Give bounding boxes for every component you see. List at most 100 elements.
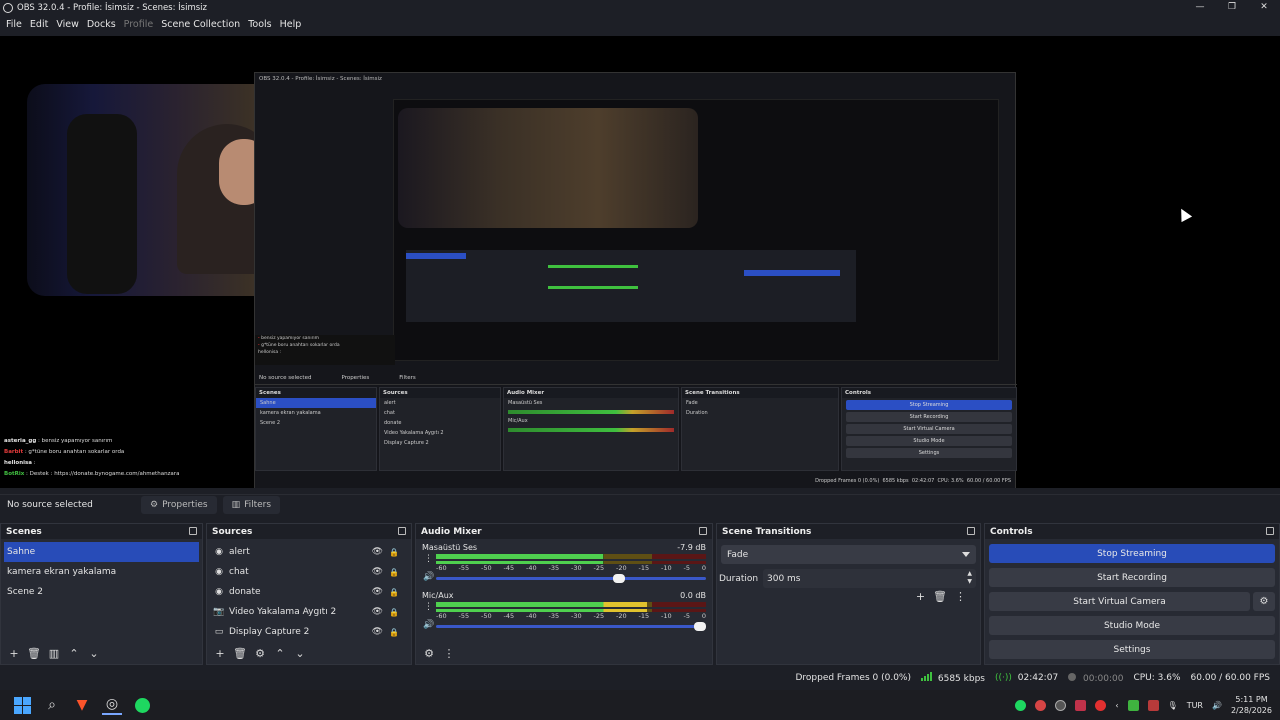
add-icon[interactable]: + bbox=[916, 590, 925, 603]
lock-icon[interactable]: 🔒 bbox=[389, 628, 399, 637]
scene-item[interactable]: Sahne bbox=[4, 542, 199, 562]
speaker-icon[interactable]: 🔊 bbox=[423, 572, 434, 582]
menu-help[interactable]: Help bbox=[276, 19, 306, 30]
undock-icon[interactable] bbox=[967, 527, 975, 535]
speaker-icon[interactable]: 🔊 bbox=[1212, 701, 1222, 710]
menu-tools[interactable]: Tools bbox=[244, 19, 275, 30]
stop-streaming-button[interactable]: Stop Streaming bbox=[989, 544, 1275, 563]
lock-icon[interactable]: 🔒 bbox=[389, 568, 399, 577]
move-down-icon[interactable]: ⌄ bbox=[87, 646, 101, 660]
monitor-icon: ▭ bbox=[214, 627, 224, 637]
undock-icon[interactable] bbox=[189, 527, 197, 535]
audio-mixer-title: Audio Mixer bbox=[421, 526, 482, 537]
close-button[interactable]: ✕ bbox=[1248, 0, 1280, 16]
language-indicator[interactable]: TUR bbox=[1187, 701, 1203, 710]
slider-handle[interactable] bbox=[613, 574, 625, 583]
undock-icon[interactable] bbox=[1266, 527, 1274, 535]
window-controls: — ❐ ✕ bbox=[1184, 0, 1280, 16]
menu-view[interactable]: View bbox=[52, 19, 83, 30]
kebab-menu-icon[interactable]: ⋮ bbox=[955, 590, 966, 603]
scale-tick: 0 bbox=[701, 612, 706, 620]
duration-input[interactable]: 300 ms ▲ ▼ bbox=[763, 569, 976, 588]
menu-bar: File Edit View Docks Profile Scene Colle… bbox=[0, 16, 1280, 32]
source-item[interactable]: ◉ chat 👁 🔒 bbox=[207, 562, 411, 582]
move-up-icon[interactable]: ⌃ bbox=[67, 646, 81, 660]
antivirus-tray-icon[interactable] bbox=[1147, 699, 1159, 711]
preview-canvas[interactable]: OBS 32.0.4 - Profile: İsimsiz - Scenes: … bbox=[0, 36, 1280, 488]
start-virtual-camera-button[interactable]: Start Virtual Camera bbox=[989, 592, 1250, 611]
lock-icon[interactable]: 🔒 bbox=[389, 608, 399, 617]
undock-icon[interactable] bbox=[699, 527, 707, 535]
eye-icon[interactable]: 👁 bbox=[372, 607, 383, 617]
spotify-tray-icon[interactable] bbox=[1015, 699, 1027, 711]
properties-button[interactable]: ⚙ Properties bbox=[141, 495, 217, 514]
restore-button[interactable]: ❐ bbox=[1216, 0, 1248, 16]
scene-item[interactable]: kamera ekran yakalama bbox=[1, 562, 202, 582]
studio-mode-button[interactable]: Studio Mode bbox=[989, 616, 1275, 635]
speaker-icon[interactable]: 🔊 bbox=[423, 620, 434, 630]
audio-mixer-dock: Audio Mixer Masaüstü Ses -7.9 dB ⋮ -60 -5… bbox=[415, 523, 713, 665]
gear-icon[interactable]: ⚙ bbox=[1253, 592, 1275, 611]
transition-select[interactable]: Fade bbox=[721, 545, 976, 564]
browser-icon: ◉ bbox=[215, 547, 223, 557]
menu-edit[interactable]: Edit bbox=[26, 19, 52, 30]
eye-icon[interactable]: 👁 bbox=[372, 587, 383, 597]
obs-icon[interactable]: ◎ bbox=[102, 695, 122, 715]
record-icon bbox=[1068, 672, 1077, 681]
advanced-audio-icon[interactable]: ⚙ bbox=[422, 646, 436, 660]
move-up-icon[interactable]: ⌃ bbox=[273, 646, 287, 660]
undock-icon[interactable] bbox=[398, 527, 406, 535]
move-down-icon[interactable]: ⌄ bbox=[293, 646, 307, 660]
source-item[interactable]: ▭ Display Capture 2 👁 🔒 bbox=[207, 622, 411, 642]
source-item[interactable]: 📷 Video Yakalama Aygıtı 2 👁 🔒 bbox=[207, 602, 411, 622]
properties-label: Properties bbox=[162, 499, 208, 510]
minimize-button[interactable]: — bbox=[1184, 0, 1216, 16]
gear-icon[interactable]: ⚙ bbox=[253, 646, 267, 660]
windows-start-icon[interactable] bbox=[12, 695, 32, 715]
lock-icon[interactable]: 🔒 bbox=[389, 588, 399, 597]
source-label: chat bbox=[229, 567, 249, 577]
level-meter bbox=[436, 554, 706, 559]
filter-icon[interactable]: ▥ bbox=[47, 646, 61, 660]
menu-profile[interactable]: Profile bbox=[120, 19, 158, 30]
sources-dock: Sources ◉ alert 👁 🔒 ◉ chat 👁 🔒 ◉ donate … bbox=[206, 523, 412, 665]
eye-icon[interactable]: 👁 bbox=[372, 547, 383, 557]
sources-title: Sources bbox=[212, 526, 253, 537]
shield-tray-icon[interactable] bbox=[1075, 699, 1087, 711]
record-tray-icon[interactable] bbox=[1095, 699, 1107, 711]
nested-docks: Scenes Sahne kamera ekran yakalama Scene… bbox=[255, 387, 1017, 471]
obs-tray-icon[interactable] bbox=[1055, 699, 1067, 711]
spotify-icon[interactable] bbox=[132, 695, 152, 715]
start-recording-button[interactable]: Start Recording bbox=[989, 568, 1275, 587]
add-icon[interactable]: + bbox=[213, 646, 227, 660]
settings-button[interactable]: Settings bbox=[989, 640, 1275, 659]
trash-icon[interactable]: 🗑 bbox=[27, 646, 41, 660]
menu-scene-collection[interactable]: Scene Collection bbox=[157, 19, 244, 30]
microphone-icon[interactable]: 🎙 bbox=[1168, 701, 1178, 710]
add-icon[interactable]: + bbox=[7, 646, 21, 660]
app-tray-icon[interactable] bbox=[1035, 699, 1047, 711]
spinner-icon[interactable]: ▲ ▼ bbox=[967, 570, 972, 586]
eye-icon[interactable]: 👁 bbox=[372, 627, 383, 637]
kebab-menu-icon[interactable]: ⋮ bbox=[424, 554, 433, 564]
menu-file[interactable]: File bbox=[2, 19, 26, 30]
source-item[interactable]: ◉ donate 👁 🔒 bbox=[207, 582, 411, 602]
scene-item[interactable]: Scene 2 bbox=[1, 582, 202, 602]
eye-icon[interactable]: 👁 bbox=[372, 567, 383, 577]
kebab-menu-icon[interactable]: ⋮ bbox=[442, 646, 456, 660]
source-item[interactable]: ◉ alert 👁 🔒 bbox=[207, 542, 411, 562]
trash-icon[interactable]: 🗑 bbox=[233, 646, 247, 660]
nvidia-tray-icon[interactable] bbox=[1127, 699, 1139, 711]
search-icon[interactable]: ⌕ bbox=[42, 695, 62, 715]
clock[interactable]: 5:11 PM 2/28/2026 bbox=[1231, 694, 1272, 716]
lock-icon[interactable]: 🔒 bbox=[389, 548, 399, 557]
chevron-left-icon[interactable]: ‹ bbox=[1115, 701, 1118, 710]
volume-slider[interactable] bbox=[436, 574, 706, 583]
brave-browser-icon[interactable]: ▼ bbox=[72, 695, 92, 715]
kebab-menu-icon[interactable]: ⋮ bbox=[424, 602, 433, 612]
filters-button[interactable]: ▥ Filters bbox=[222, 495, 281, 514]
slider-handle[interactable] bbox=[694, 622, 706, 631]
trash-icon[interactable]: 🗑 bbox=[933, 590, 947, 603]
volume-slider[interactable] bbox=[436, 622, 706, 631]
menu-docks[interactable]: Docks bbox=[83, 19, 120, 30]
